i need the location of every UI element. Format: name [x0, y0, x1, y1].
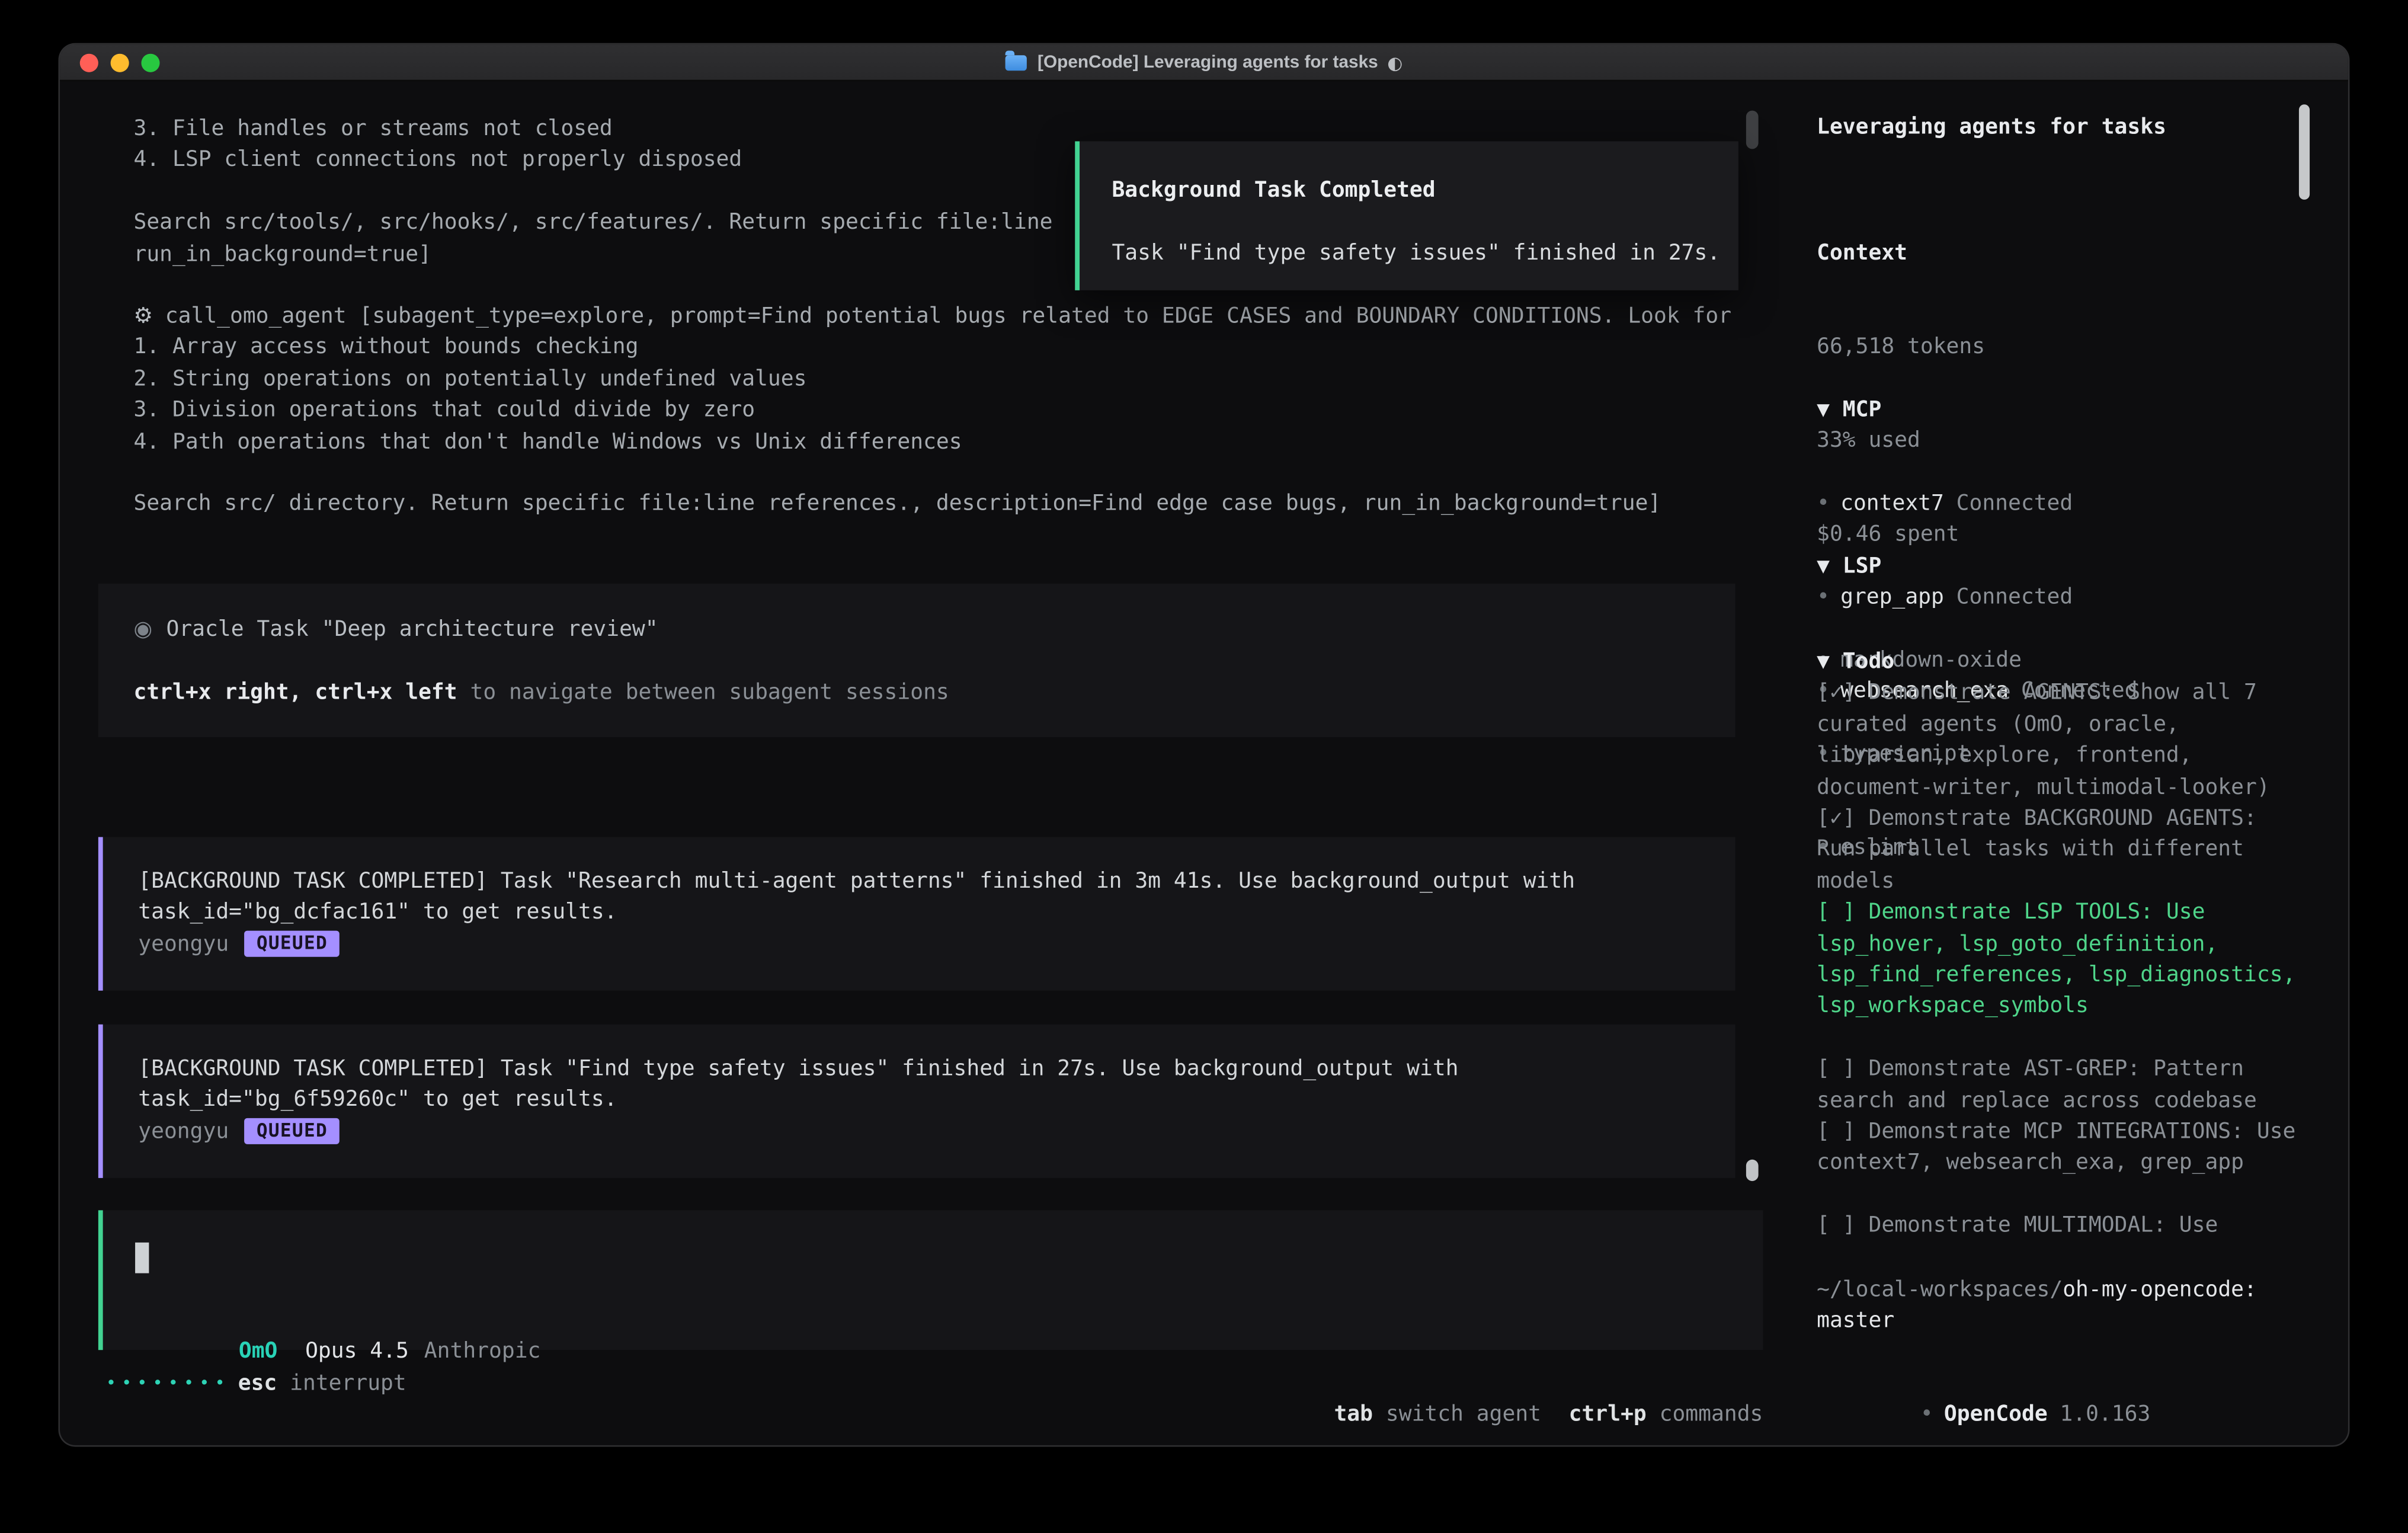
tool-call-header-text: call_omo_agent [subagent_type=explore, p… — [165, 304, 1731, 328]
gear-icon: ⚙ — [133, 304, 153, 328]
oracle-title: Oracle Task "Deep architecture review" — [166, 617, 658, 642]
todo-item: [ ] Demonstrate AST-GREP: Pattern search… — [1817, 1054, 2305, 1117]
workspace-dir: ~/local-workspaces/ — [1817, 1278, 2063, 1302]
terminal-line: run_in_background=true] — [133, 239, 1052, 270]
toast-spacer — [1112, 206, 1738, 238]
moon-icon: ◐ — [1387, 52, 1402, 73]
todo-item: [✓] Demonstrate BACKGROUND AGENTS: Run p… — [1817, 804, 2305, 898]
message-line: [BACKGROUND TASK COMPLETED] Task "Find t… — [138, 1054, 1735, 1085]
ctrl-p-label: commands — [1647, 1403, 1763, 1427]
context-heading: Context — [1817, 238, 1985, 269]
spinner-dots: •••••••• — [106, 1368, 230, 1400]
terminal-line: 3. Division operations that could divide… — [133, 395, 1731, 427]
message-footer: yeongyu QUEUED — [138, 1116, 1735, 1148]
app-name: OpenCode — [1944, 1403, 2048, 1427]
todo-item: [ ] Demonstrate MULTIMODAL: Use — [1817, 1211, 2305, 1242]
record-icon: ◉ — [133, 617, 152, 642]
todo-item: [✓] Demonstrate AGENTS: Show all 7 curat… — [1817, 678, 2305, 804]
message-author: yeongyu — [138, 1119, 229, 1144]
background-task-message: [BACKGROUND TASK COMPLETED] Task "Resear… — [98, 837, 1735, 991]
session-title: Leveraging agents for tasks — [1817, 112, 2166, 143]
desktop: [OpenCode] Leveraging agents for tasks ◐… — [0, 0, 2408, 1533]
titlebar: [OpenCode] Leveraging agents for tasks ◐ — [60, 44, 2348, 81]
opencode-window: [OpenCode] Leveraging agents for tasks ◐… — [60, 44, 2348, 1445]
window-title-text: [OpenCode] Leveraging agents for tasks — [1038, 53, 1378, 71]
workspace-repo: oh-my-opencode: — [2063, 1278, 2257, 1302]
terminal-line: Search src/ directory. Return specific f… — [133, 489, 1731, 520]
keyboard-hints: tab switch agentctrl+p commands — [1256, 1368, 1763, 1400]
conversation-top-lines: 3. File handles or streams not closed 4.… — [133, 114, 1052, 270]
terminal-line: Search src/tools/, src/hooks/, src/featu… — [133, 207, 1052, 239]
close-button[interactable] — [80, 53, 98, 71]
esc-key: esc — [238, 1371, 277, 1396]
mcp-heading[interactable]: ▼ MCP — [1817, 395, 2137, 426]
tab-key: tab — [1334, 1403, 1373, 1427]
terminal-line — [133, 176, 1052, 207]
workspace-path: ~/local-workspaces/oh-my-opencode: maste… — [1817, 1275, 2305, 1337]
oracle-title-line: ◉ Oracle Task "Deep architecture review" — [133, 615, 1735, 646]
window-title: [OpenCode] Leveraging agents for tasks ◐ — [1006, 52, 1403, 73]
oracle-hint-line: ctrl+x right, ctrl+x left to navigate be… — [133, 677, 1735, 708]
lsp-heading[interactable]: ▼ LSP — [1817, 551, 2022, 583]
message-line: task_id="bg_dcfac161" to get results. — [138, 898, 1735, 929]
app-version: 1.0.163 — [2060, 1403, 2150, 1427]
queued-badge: QUEUED — [244, 1118, 340, 1144]
input-model-name: Opus 4.5 — [305, 1340, 409, 1364]
terminal-line — [133, 457, 1731, 489]
terminal-line: 2. String operations on potentially unde… — [133, 364, 1731, 395]
version-line: • OpenCode 1.0.163 — [1817, 1368, 2150, 1445]
input-agent-name: OmO — [239, 1340, 278, 1364]
zoom-button[interactable] — [141, 53, 159, 71]
oracle-shortcut-hint: to navigate between subagent sessions — [457, 680, 949, 705]
traffic-lights — [80, 53, 160, 71]
tool-call-header: ⚙ call_omo_agent [subagent_type=explore, … — [133, 301, 1731, 332]
tab-label: switch agent — [1373, 1403, 1541, 1427]
minimize-button[interactable] — [111, 53, 129, 71]
terminal-line: 4. LSP client connections not properly d… — [133, 145, 1052, 177]
terminal-line: 4. Path operations that don't handle Win… — [133, 426, 1731, 457]
folder-icon — [1006, 55, 1027, 70]
esc-hint: esc interrupt — [238, 1368, 406, 1400]
tool-call-block: ⚙ call_omo_agent [subagent_type=explore, … — [133, 301, 1731, 520]
message-footer: yeongyu QUEUED — [138, 929, 1735, 960]
todo-heading[interactable]: ▼ Todo — [1817, 647, 2305, 678]
background-task-toast: Background Task Completed Task "Find typ… — [1075, 141, 1738, 290]
terminal-line: 3. File handles or streams not closed — [133, 114, 1052, 145]
workspace-branch: master — [1817, 1309, 1894, 1333]
sidebar: Leveraging agents for tasks Context 66,5… — [1794, 80, 2348, 1445]
prompt-input[interactable]: OmOOpus 4.5Anthropic — [98, 1210, 1763, 1350]
oracle-spacer — [133, 646, 1735, 677]
todo-section: ▼ Todo [✓] Demonstrate AGENTS: Show all … — [1817, 647, 2305, 1242]
message-author: yeongyu — [138, 932, 229, 956]
toast-body: Task "Find type safety issues" finished … — [1112, 238, 1738, 269]
terminal-line: 1. Array access without bounds checking — [133, 332, 1731, 364]
todo-item: [ ] Demonstrate LSP TOOLS: Use lsp_hover… — [1817, 897, 2305, 1023]
oracle-task-panel: ◉Oracle Task "Deep architecture review" … — [98, 584, 1735, 737]
ctrl-p-key: ctrl+p — [1569, 1403, 1647, 1427]
message-line: [BACKGROUND TASK COMPLETED] Task "Resear… — [138, 866, 1735, 898]
text-cursor — [135, 1243, 149, 1273]
todo-item: [ ] Demonstrate MCP INTEGRATIONS: Use co… — [1817, 1116, 2305, 1179]
background-task-message: [BACKGROUND TASK COMPLETED] Task "Find t… — [98, 1025, 1735, 1178]
bullet-icon: • — [1920, 1403, 1933, 1427]
message-line: task_id="bg_6f59260c" to get results. — [138, 1085, 1735, 1116]
esc-label: interrupt — [277, 1371, 406, 1396]
queued-badge: QUEUED — [244, 930, 340, 956]
main-scrollbar-segment[interactable] — [1746, 111, 1759, 149]
toast-title: Background Task Completed — [1112, 175, 1738, 206]
oracle-shortcut-keys: ctrl+x right, ctrl+x left — [133, 680, 457, 705]
main-scrollbar-thumb[interactable] — [1746, 1160, 1759, 1181]
input-provider-name: Anthropic — [424, 1340, 541, 1364]
